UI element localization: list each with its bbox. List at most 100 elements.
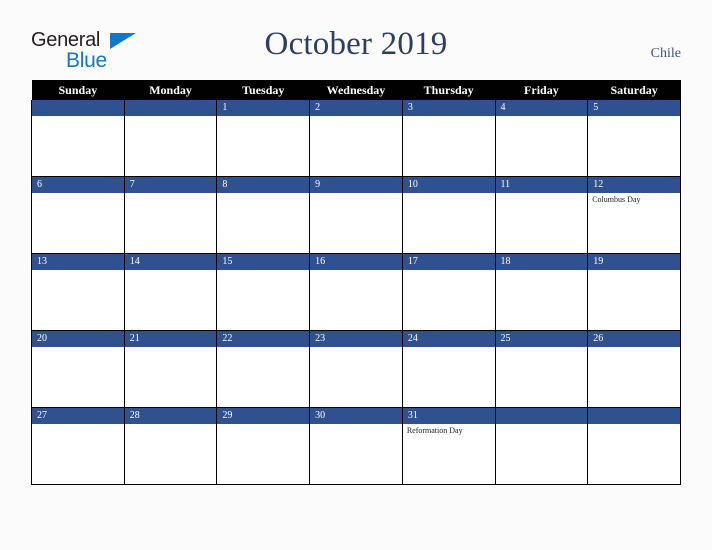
country-label: Chile — [650, 46, 681, 61]
day-events — [32, 116, 124, 118]
day-events: Reformation Day — [403, 424, 495, 436]
calendar-day-cell[interactable]: 21 — [123, 330, 218, 408]
calendar-day-cell[interactable] — [494, 407, 589, 485]
calendar-day-cell[interactable]: 27 — [31, 407, 125, 485]
calendar-day-cell[interactable]: 5 — [587, 100, 681, 177]
calendar-day-cell[interactable]: 29 — [216, 407, 311, 485]
weekday-header-saturday: Saturday — [587, 80, 681, 100]
calendar-day-cell[interactable]: 12 Columbus Day — [587, 176, 681, 254]
calendar-day-cell[interactable]: 22 — [216, 330, 311, 408]
day-events — [310, 193, 402, 195]
calendar-day-cell[interactable]: 17 — [401, 253, 496, 331]
calendar-day-cell[interactable]: 30 — [309, 407, 403, 485]
calendar-grid: Sunday Monday Tuesday Wednesday Thursday… — [31, 80, 681, 485]
day-events — [403, 347, 495, 349]
day-events — [588, 270, 680, 272]
day-events — [32, 347, 124, 349]
day-number: 2 — [310, 100, 402, 116]
calendar-day-cell[interactable]: 6 — [31, 176, 125, 254]
calendar-day-cell[interactable]: 4 — [494, 100, 589, 177]
day-number: 24 — [402, 331, 495, 347]
calendar-day-cell[interactable]: 9 — [309, 176, 403, 254]
day-number: 26 — [588, 331, 680, 347]
calendar-day-cell[interactable]: 24 — [401, 330, 496, 408]
calendar-day-cell[interactable]: 16 — [309, 253, 403, 331]
calendar-day-cell[interactable]: 19 — [587, 253, 681, 331]
day-number: 27 — [32, 408, 124, 424]
day-number: 4 — [495, 100, 588, 116]
day-events — [125, 424, 217, 426]
day-number: 23 — [310, 331, 402, 347]
day-events — [403, 270, 495, 272]
weekday-header-monday: Monday — [124, 80, 217, 100]
day-number: 15 — [217, 254, 310, 270]
calendar-day-cell[interactable]: 10 — [401, 176, 496, 254]
day-number: 20 — [32, 331, 124, 347]
day-number: 9 — [310, 177, 402, 193]
day-events — [496, 193, 588, 195]
day-events — [496, 424, 588, 426]
day-events: Columbus Day — [588, 193, 680, 205]
day-number: 6 — [32, 177, 124, 193]
calendar-day-cell[interactable]: 18 — [494, 253, 589, 331]
day-number: 28 — [124, 408, 217, 424]
day-events — [32, 270, 124, 272]
day-number: 29 — [217, 408, 310, 424]
day-events — [496, 116, 588, 118]
calendar-day-cell[interactable] — [123, 100, 218, 177]
day-events — [217, 347, 309, 349]
holiday-event: Reformation Day — [406, 426, 463, 435]
calendar-day-cell[interactable]: 2 — [309, 100, 403, 177]
day-number: 14 — [124, 254, 217, 270]
calendar-day-cell[interactable]: 25 — [494, 330, 589, 408]
day-number: 10 — [402, 177, 495, 193]
day-events — [588, 116, 680, 118]
calendar-day-cell[interactable]: 26 — [587, 330, 681, 408]
day-number: 13 — [32, 254, 124, 270]
day-events — [403, 116, 495, 118]
calendar-day-cell[interactable]: 1 — [216, 100, 311, 177]
calendar-week-row: 27 28 29 30 31 Reformation Day — [31, 407, 681, 485]
calendar-day-cell[interactable]: 8 — [216, 176, 311, 254]
calendar-week-row: 13 14 15 16 17 18 19 — [31, 253, 681, 331]
day-events — [125, 270, 217, 272]
calendar-day-cell[interactable] — [587, 407, 681, 485]
calendar-day-cell[interactable]: 31 Reformation Day — [401, 407, 496, 485]
day-number: 31 — [402, 408, 495, 424]
calendar-day-cell[interactable]: 28 — [123, 407, 218, 485]
day-events — [310, 270, 402, 272]
day-events — [496, 347, 588, 349]
day-events — [125, 347, 217, 349]
day-events — [496, 270, 588, 272]
day-events — [217, 270, 309, 272]
calendar-day-cell[interactable]: 23 — [309, 330, 403, 408]
calendar-day-cell[interactable]: 14 — [123, 253, 218, 331]
day-events — [588, 424, 680, 426]
calendar-day-cell[interactable]: 3 — [401, 100, 496, 177]
calendar-day-cell[interactable]: 15 — [216, 253, 311, 331]
day-events — [588, 347, 680, 349]
calendar-day-cell[interactable] — [31, 100, 125, 177]
calendar-day-cell[interactable]: 20 — [31, 330, 125, 408]
day-number: 1 — [217, 100, 310, 116]
day-number: 17 — [402, 254, 495, 270]
day-number: 30 — [310, 408, 402, 424]
day-number: 7 — [124, 177, 217, 193]
day-number — [588, 408, 680, 424]
calendar-day-cell[interactable]: 7 — [123, 176, 218, 254]
day-number — [32, 100, 124, 116]
calendar-day-cell[interactable]: 13 — [31, 253, 125, 331]
day-number: 8 — [217, 177, 310, 193]
day-number: 3 — [402, 100, 495, 116]
calendar-week-row: 6 7 8 9 10 11 12 Columbus Day — [31, 176, 681, 254]
day-events — [217, 424, 309, 426]
day-events — [32, 424, 124, 426]
day-number: 22 — [217, 331, 310, 347]
day-events — [403, 193, 495, 195]
calendar-page: General Blue October 2019 Chile Sunday M… — [0, 0, 712, 550]
day-events — [310, 424, 402, 426]
day-number: 11 — [495, 177, 588, 193]
weekday-header-friday: Friday — [495, 80, 588, 100]
calendar-day-cell[interactable]: 11 — [494, 176, 589, 254]
day-events — [32, 193, 124, 195]
